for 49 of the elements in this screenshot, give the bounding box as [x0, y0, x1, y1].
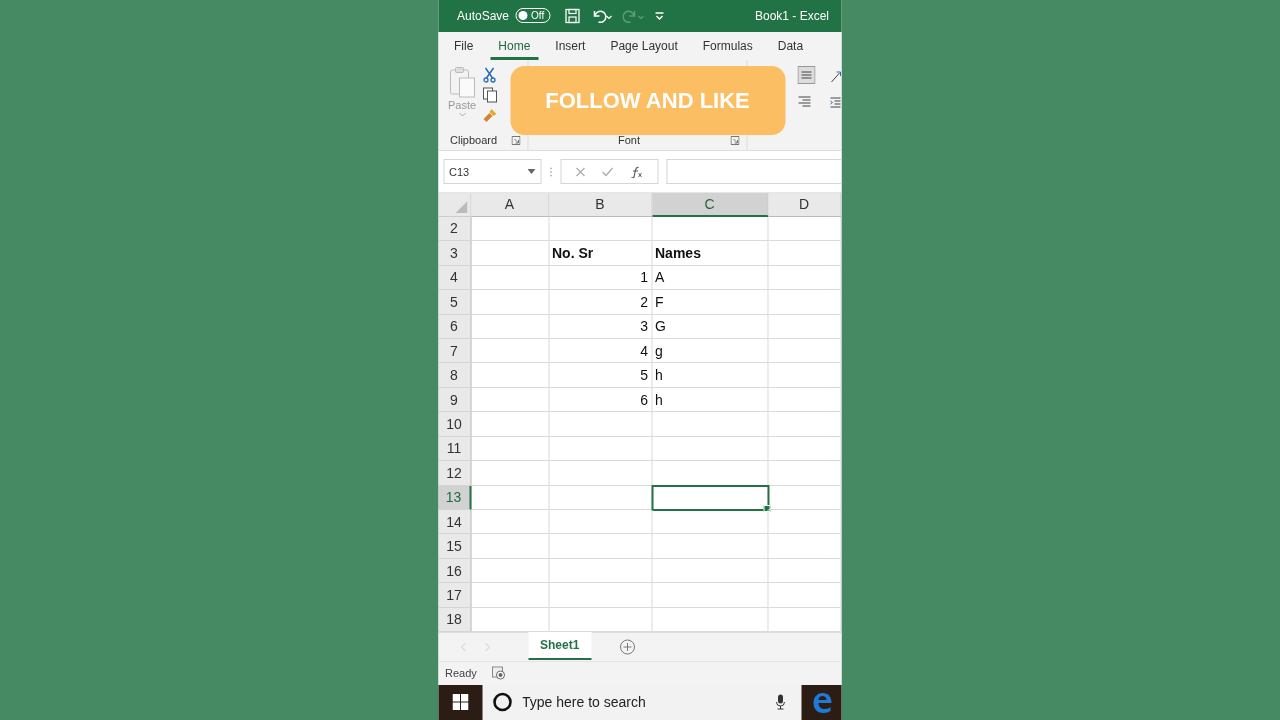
table-cell: h: [652, 363, 768, 388]
ribbon-tab[interactable]: Formulas: [694, 31, 761, 60]
table-cell: 1: [549, 265, 652, 291]
row-header[interactable]: 18: [438, 607, 471, 633]
ribbon-tab[interactable]: Insert: [547, 31, 594, 60]
autosave-label: AutoSave: [457, 8, 510, 23]
row-header[interactable]: 14: [438, 510, 471, 535]
row-header[interactable]: 13: [438, 485, 471, 510]
taskbar-search-box[interactable]: Type here to search: [482, 684, 801, 720]
row-header[interactable]: 7: [438, 338, 471, 364]
table-cell: G: [652, 314, 768, 339]
ribbon-tab[interactable]: Page Layout: [602, 31, 686, 60]
row-header[interactable]: 15: [438, 534, 471, 559]
document-title: Book1 - Excel: [754, 8, 829, 23]
table-cell: 4: [549, 338, 652, 364]
row-header[interactable]: 9: [438, 387, 471, 413]
table-cell: Names: [652, 241, 768, 266]
row-header[interactable]: 16: [438, 558, 471, 584]
row-header[interactable]: 17: [438, 583, 471, 608]
row-header[interactable]: 10: [438, 412, 471, 437]
row-header[interactable]: 11: [438, 436, 471, 462]
row-header[interactable]: 8: [438, 363, 471, 388]
table-cell: F: [652, 290, 768, 315]
column-header[interactable]: B: [549, 192, 652, 217]
table-cell: g: [652, 338, 768, 364]
column-header[interactable]: C: [652, 192, 768, 217]
group-label: Font: [618, 134, 640, 147]
row-header[interactable]: 4: [438, 265, 471, 291]
row-header[interactable]: 3: [438, 241, 471, 266]
ribbon-tab[interactable]: File: [446, 31, 482, 60]
group-label: Clipboard: [450, 134, 498, 147]
row-header[interactable]: 6: [438, 314, 471, 339]
row-header[interactable]: 5: [438, 290, 471, 315]
table-cell: 6: [549, 387, 652, 413]
column-header[interactable]: D: [768, 192, 841, 217]
table-cell: 2: [549, 290, 652, 315]
ribbon-tab[interactable]: Data: [769, 31, 812, 60]
table-cell: 3: [549, 314, 652, 339]
name-box[interactable]: C13: [443, 159, 541, 185]
sheet-tab[interactable]: Sheet1: [528, 632, 592, 660]
column-header[interactable]: A: [471, 192, 549, 217]
row-header[interactable]: 2: [438, 216, 471, 242]
status-text: Ready: [445, 667, 477, 680]
table-cell: A: [652, 265, 768, 291]
follow-banner: FOLLOW AND LIKE: [510, 66, 785, 135]
table-cell: 5: [549, 363, 652, 388]
row-header[interactable]: 12: [438, 461, 471, 486]
table-cell: No. Sr: [549, 241, 652, 266]
table-cell: h: [652, 387, 768, 413]
